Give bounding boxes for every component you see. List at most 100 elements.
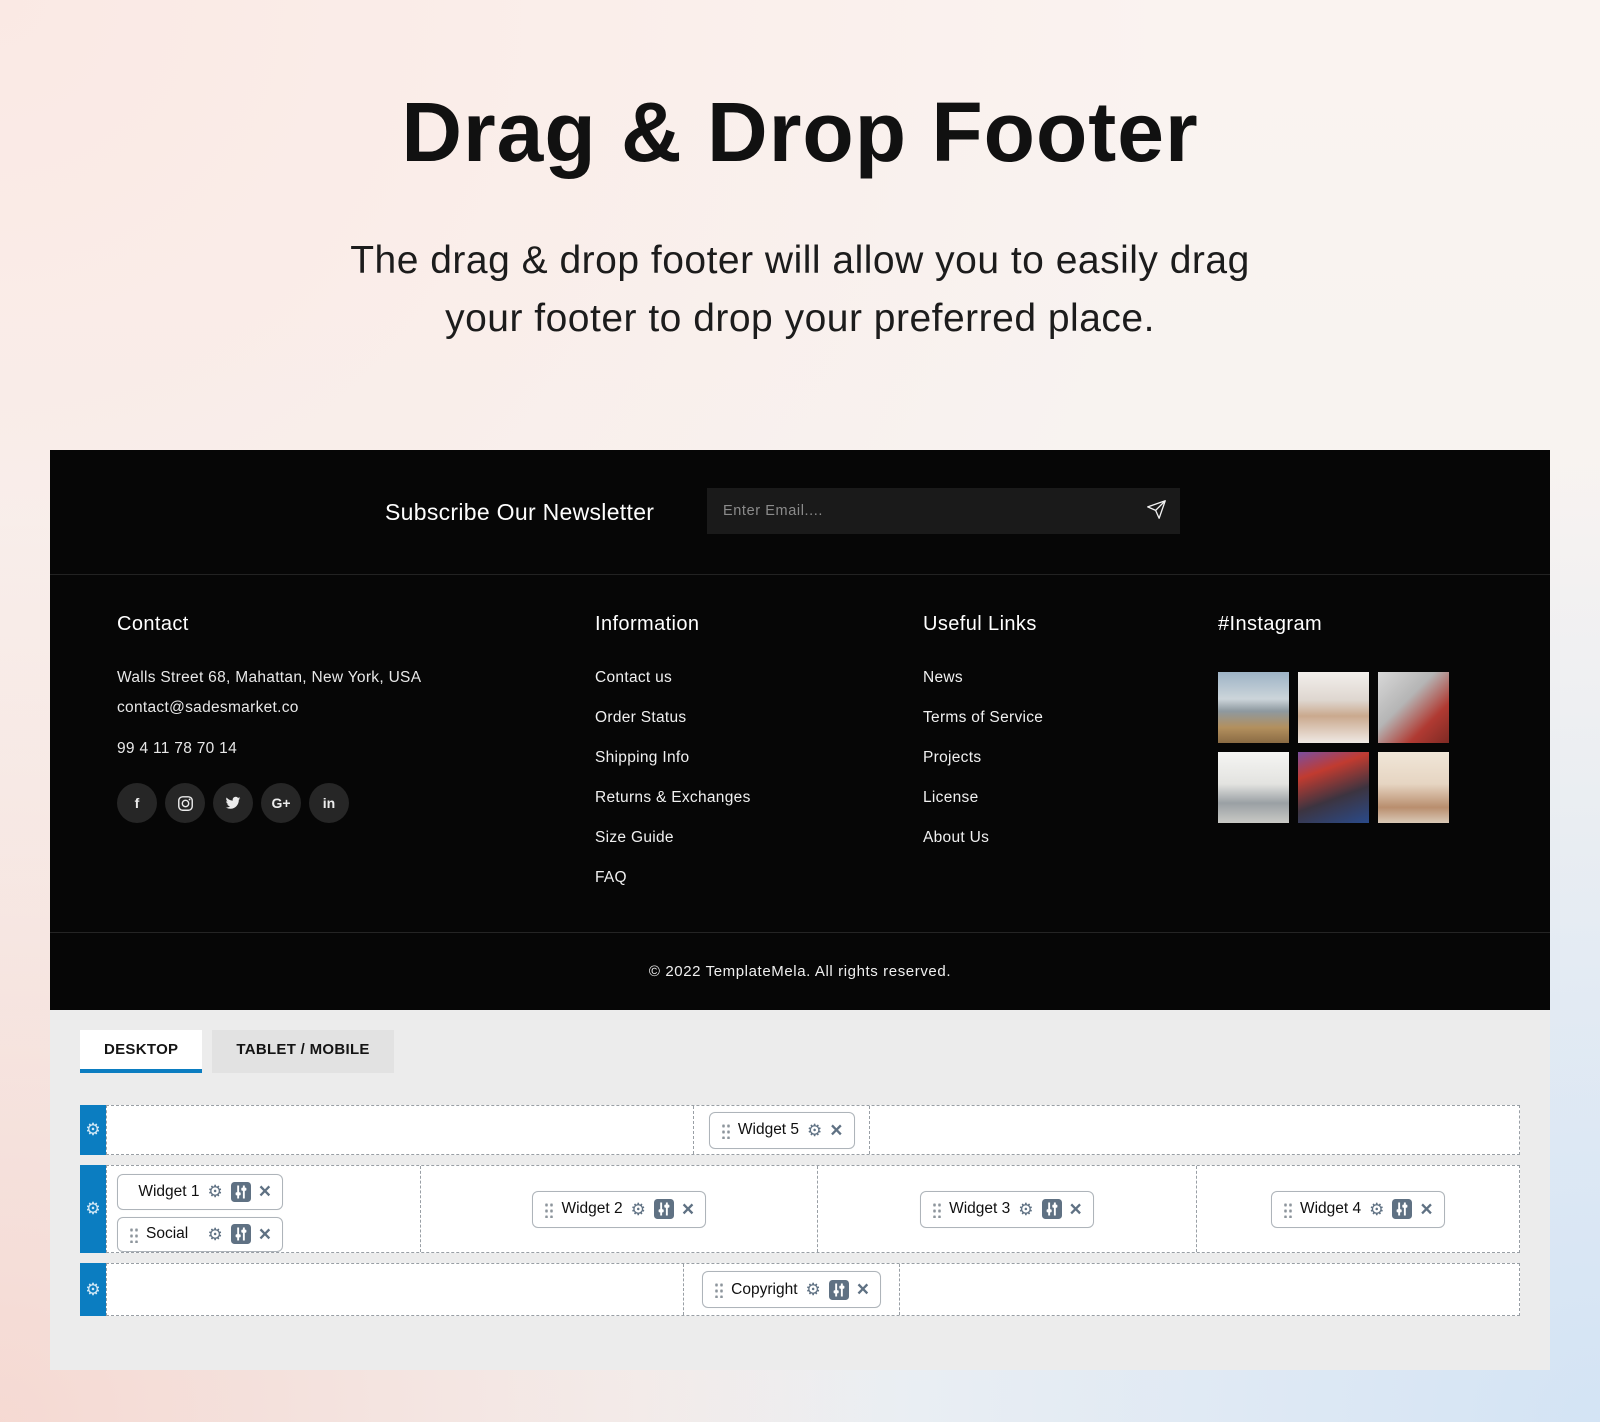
widget-remove-icon[interactable]: × bbox=[682, 1199, 694, 1220]
drag-handle-icon[interactable] bbox=[721, 1122, 730, 1139]
twitter-icon[interactable] bbox=[213, 783, 253, 823]
instagram-photo-cyclist[interactable] bbox=[1218, 672, 1289, 743]
widget-column-settings-icon[interactable] bbox=[1392, 1199, 1412, 1219]
page: Drag & Drop Footer The drag & drop foote… bbox=[0, 0, 1600, 1422]
widget-pill-widget5[interactable]: Widget 5 ⚙ × bbox=[709, 1112, 855, 1149]
drag-handle-icon[interactable] bbox=[932, 1201, 941, 1218]
widget-label: Widget 1 bbox=[138, 1183, 199, 1201]
instagram-photo-wedding[interactable] bbox=[1378, 752, 1449, 823]
widget-remove-icon[interactable]: × bbox=[857, 1279, 869, 1300]
gear-icon: ⚙ bbox=[85, 1199, 100, 1219]
facebook-glyph: f bbox=[135, 795, 140, 811]
linkedin-icon[interactable]: in bbox=[309, 783, 349, 823]
linkedin-glyph: in bbox=[323, 795, 335, 811]
widget-settings-gear-icon[interactable]: ⚙ bbox=[631, 1201, 646, 1218]
footer-link-license[interactable]: License bbox=[923, 789, 979, 806]
drag-handle-icon[interactable] bbox=[1283, 1201, 1292, 1218]
drag-handle-icon[interactable] bbox=[129, 1226, 138, 1243]
row-2-body: Widget 1 ⚙ × Social ⚙ bbox=[106, 1165, 1520, 1253]
contact-email[interactable]: contact@sadesmarket.co bbox=[117, 693, 421, 723]
widget-settings-gear-icon[interactable]: ⚙ bbox=[207, 1226, 222, 1243]
widget-settings-gear-icon[interactable]: ⚙ bbox=[1018, 1201, 1033, 1218]
instagram-grid bbox=[1218, 672, 1449, 823]
footer-link-faq[interactable]: FAQ bbox=[595, 869, 627, 886]
widget-pill-copyright[interactable]: Copyright ⚙ × bbox=[702, 1271, 881, 1308]
footer-preview: Subscribe Our Newsletter Contact Walls S… bbox=[50, 450, 1550, 1010]
widget-column-settings-icon[interactable] bbox=[231, 1182, 251, 1202]
footer-link-shipping-info[interactable]: Shipping Info bbox=[595, 749, 689, 766]
widget-pill-widget1[interactable]: Widget 1 ⚙ × bbox=[117, 1174, 283, 1210]
row-3-column-1[interactable] bbox=[107, 1264, 683, 1315]
widget-pill-widget4[interactable]: Widget 4 ⚙ × bbox=[1271, 1191, 1445, 1228]
row-3-column-2[interactable]: Copyright ⚙ × bbox=[683, 1264, 899, 1315]
newsletter-section: Subscribe Our Newsletter bbox=[50, 450, 1550, 575]
instagram-photo-child-glasses[interactable] bbox=[1298, 672, 1369, 743]
copyright-bar: © 2022 TemplateMela. All rights reserved… bbox=[50, 932, 1550, 1010]
footer-link-returns-exchanges[interactable]: Returns & Exchanges bbox=[595, 789, 751, 806]
widget-column-settings-icon[interactable] bbox=[829, 1280, 849, 1300]
footer-link-contact-us[interactable]: Contact us bbox=[595, 669, 672, 686]
instagram-photo-firefighter[interactable] bbox=[1298, 752, 1369, 823]
drag-handle-icon[interactable] bbox=[714, 1281, 723, 1298]
widget-column-settings-icon[interactable] bbox=[231, 1224, 251, 1244]
widget-pill-social[interactable]: Social ⚙ × bbox=[117, 1217, 283, 1253]
widget-column-settings-icon[interactable] bbox=[1042, 1199, 1062, 1219]
drag-handle-icon[interactable] bbox=[129, 1183, 130, 1200]
row-3-settings-button[interactable]: ⚙ bbox=[80, 1263, 106, 1316]
gear-icon: ⚙ bbox=[85, 1280, 100, 1300]
contact-phone[interactable]: 99 4 11 78 70 14 bbox=[117, 740, 421, 758]
newsletter-send-button[interactable] bbox=[1132, 488, 1180, 534]
drag-handle-icon[interactable] bbox=[544, 1201, 553, 1218]
newsletter-email-input[interactable] bbox=[707, 488, 1132, 534]
row-1-settings-button[interactable]: ⚙ bbox=[80, 1105, 106, 1155]
subtitle-line-2: your footer to drop your preferred place… bbox=[0, 290, 1600, 348]
widget-remove-icon[interactable]: × bbox=[1070, 1199, 1082, 1220]
tab-desktop[interactable]: DESKTOP bbox=[80, 1030, 202, 1073]
row-1-column-1[interactable] bbox=[107, 1106, 693, 1154]
instagram-photo-bedroom[interactable] bbox=[1218, 752, 1289, 823]
row-3-body: Copyright ⚙ × bbox=[106, 1263, 1520, 1316]
widget-remove-icon[interactable]: × bbox=[830, 1120, 842, 1141]
newsletter-input-wrap bbox=[707, 488, 1180, 534]
widget-column-settings-icon[interactable] bbox=[654, 1199, 674, 1219]
row-2-column-4[interactable]: Widget 4 ⚙ × bbox=[1196, 1166, 1519, 1252]
row-1-column-3[interactable] bbox=[869, 1106, 1519, 1154]
copyright-text: © 2022 TemplateMela. All rights reserved… bbox=[649, 963, 951, 980]
tab-tablet-mobile[interactable]: TABLET / MOBILE bbox=[212, 1030, 393, 1073]
row-2-settings-button[interactable]: ⚙ bbox=[80, 1165, 106, 1253]
contact-heading: Contact bbox=[117, 613, 421, 636]
builder-row-1: ⚙ Widget 5 ⚙ × bbox=[80, 1105, 1520, 1155]
widget-pill-widget2[interactable]: Widget 2 ⚙ × bbox=[532, 1191, 706, 1228]
paper-plane-icon bbox=[1146, 499, 1167, 523]
row-1-column-2[interactable]: Widget 5 ⚙ × bbox=[693, 1106, 870, 1154]
social-icons-row: f G+ in bbox=[117, 783, 421, 823]
widget-settings-gear-icon[interactable]: ⚙ bbox=[1369, 1201, 1384, 1218]
footer-link-projects[interactable]: Projects bbox=[923, 749, 981, 766]
footer-link-order-status[interactable]: Order Status bbox=[595, 709, 686, 726]
footer-link-about-us[interactable]: About Us bbox=[923, 829, 989, 846]
widget-remove-icon[interactable]: × bbox=[1420, 1199, 1432, 1220]
widget-pill-widget3[interactable]: Widget 3 ⚙ × bbox=[920, 1191, 1094, 1228]
row-2-column-1[interactable]: Widget 1 ⚙ × Social ⚙ bbox=[107, 1166, 420, 1252]
footer-column-contact: Contact Walls Street 68, Mahattan, New Y… bbox=[117, 613, 421, 823]
instagram-icon[interactable] bbox=[165, 783, 205, 823]
instagram-photo-mechanic[interactable] bbox=[1378, 672, 1449, 743]
footer-link-terms[interactable]: Terms of Service bbox=[923, 709, 1043, 726]
row-2-column-2[interactable]: Widget 2 ⚙ × bbox=[420, 1166, 817, 1252]
footer-column-instagram: #Instagram bbox=[1218, 613, 1449, 823]
row-1-body: Widget 5 ⚙ × bbox=[106, 1105, 1520, 1155]
widget-label: Social bbox=[146, 1225, 188, 1243]
widget-settings-gear-icon[interactable]: ⚙ bbox=[806, 1281, 821, 1298]
widget-remove-icon[interactable]: × bbox=[259, 1224, 271, 1245]
footer-link-size-guide[interactable]: Size Guide bbox=[595, 829, 674, 846]
widget-settings-gear-icon[interactable]: ⚙ bbox=[807, 1122, 822, 1139]
widget-label: Widget 4 bbox=[1300, 1200, 1361, 1218]
row-3-column-3[interactable] bbox=[899, 1264, 1519, 1315]
widget-label: Widget 5 bbox=[738, 1121, 799, 1139]
facebook-icon[interactable]: f bbox=[117, 783, 157, 823]
row-2-column-3[interactable]: Widget 3 ⚙ × bbox=[817, 1166, 1195, 1252]
widget-settings-gear-icon[interactable]: ⚙ bbox=[207, 1183, 222, 1200]
widget-remove-icon[interactable]: × bbox=[259, 1181, 271, 1202]
footer-link-news[interactable]: News bbox=[923, 669, 963, 686]
google-plus-icon[interactable]: G+ bbox=[261, 783, 301, 823]
